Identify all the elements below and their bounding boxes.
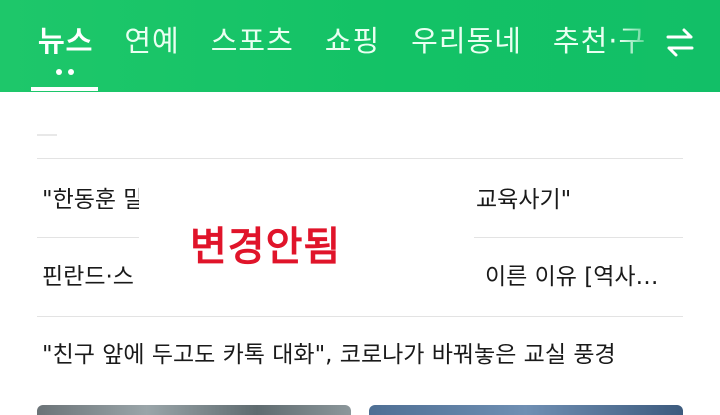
top-nav-bar: 뉴스 연예 스포츠 쇼핑 우리동네 추천·구 xyxy=(0,0,720,92)
divider xyxy=(37,316,683,317)
tab-shopping[interactable]: 쇼핑 xyxy=(325,20,380,62)
page-dot xyxy=(68,69,74,75)
tab-sports[interactable]: 스포츠 xyxy=(211,20,294,62)
headline-1-right[interactable]: 교육사기" xyxy=(476,185,571,215)
headline-2-right[interactable]: 이른 이유 [역사… xyxy=(485,262,659,292)
headline-2-left[interactable]: 핀란드·스 xyxy=(42,262,134,292)
divider xyxy=(37,158,683,159)
active-tab-underline xyxy=(31,87,98,91)
swap-arrows-icon[interactable] xyxy=(664,24,696,60)
tab-fade-overlay xyxy=(620,0,660,92)
tab-neighborhood[interactable]: 우리동네 xyxy=(411,20,522,62)
category-tabs: 뉴스 연예 스포츠 쇼핑 우리동네 추천·구 xyxy=(38,20,677,62)
page-dot xyxy=(56,69,62,75)
article-thumbnail-right[interactable] xyxy=(369,405,683,415)
tab-entertainment[interactable]: 연예 xyxy=(124,20,179,62)
headline-3[interactable]: "친구 앞에 두고도 카톡 대화", 코로나가 바꿔놓은 교실 풍경 xyxy=(42,340,616,370)
article-thumbnail-left[interactable] xyxy=(37,405,351,415)
stamp-text: 변경안됨 xyxy=(190,224,342,270)
divider-faint xyxy=(37,134,57,136)
tab-news[interactable]: 뉴스 xyxy=(38,20,93,62)
page-indicator xyxy=(56,69,80,75)
headline-1-left[interactable]: "한동훈 말 xyxy=(42,185,145,215)
